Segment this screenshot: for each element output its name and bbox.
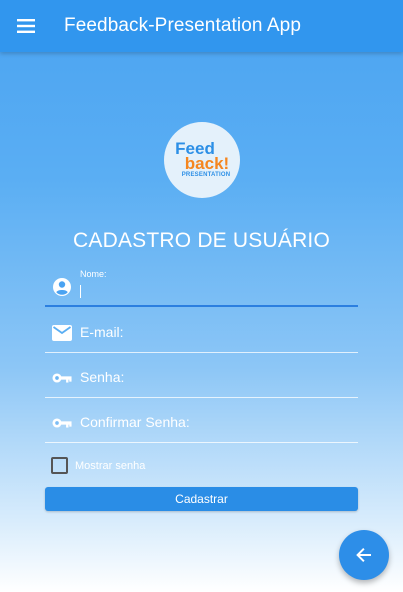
text-cursor	[80, 285, 81, 298]
key-icon	[52, 368, 72, 388]
key-icon	[52, 413, 72, 433]
page-title: CADASTRO DE USUÁRIO	[73, 229, 330, 252]
show-password-toggle[interactable]: Mostrar senha	[51, 457, 145, 474]
name-field[interactable]: Nome:	[45, 267, 358, 307]
confirm-password-field-label: Confirmar Senha:	[80, 414, 190, 430]
logo-text-presentation: PRESENTATION	[181, 172, 231, 178]
app-bar: Feedback-Presentation App	[0, 0, 403, 52]
logo-text-back: back!	[184, 154, 230, 173]
confirm-password-field-underline	[45, 442, 358, 443]
password-field-label: Senha:	[80, 369, 125, 385]
email-field[interactable]: E-mail:	[45, 313, 358, 353]
menu-button[interactable]	[0, 0, 52, 52]
password-field[interactable]: Senha:	[45, 358, 358, 398]
hamburger-menu-icon	[17, 19, 35, 33]
show-password-checkbox[interactable]	[51, 457, 68, 474]
email-field-underline	[45, 352, 358, 353]
name-field-underline	[45, 305, 358, 307]
register-button[interactable]: Cadastrar	[45, 487, 358, 511]
show-password-label: Mostrar senha	[75, 459, 146, 472]
confirm-password-field[interactable]: Confirmar Senha:	[45, 403, 358, 443]
arrow-back-icon	[356, 548, 371, 562]
mail-icon	[52, 323, 72, 343]
account-circle-icon	[52, 277, 72, 297]
back-fab-button[interactable]	[339, 530, 389, 580]
app-logo: Feed back! PRESENTATION	[164, 122, 240, 198]
name-field-label: Nome:	[80, 269, 107, 279]
password-field-underline	[45, 397, 358, 398]
email-field-label: E-mail:	[80, 324, 124, 340]
app-title: Feedback-Presentation App	[64, 15, 301, 36]
